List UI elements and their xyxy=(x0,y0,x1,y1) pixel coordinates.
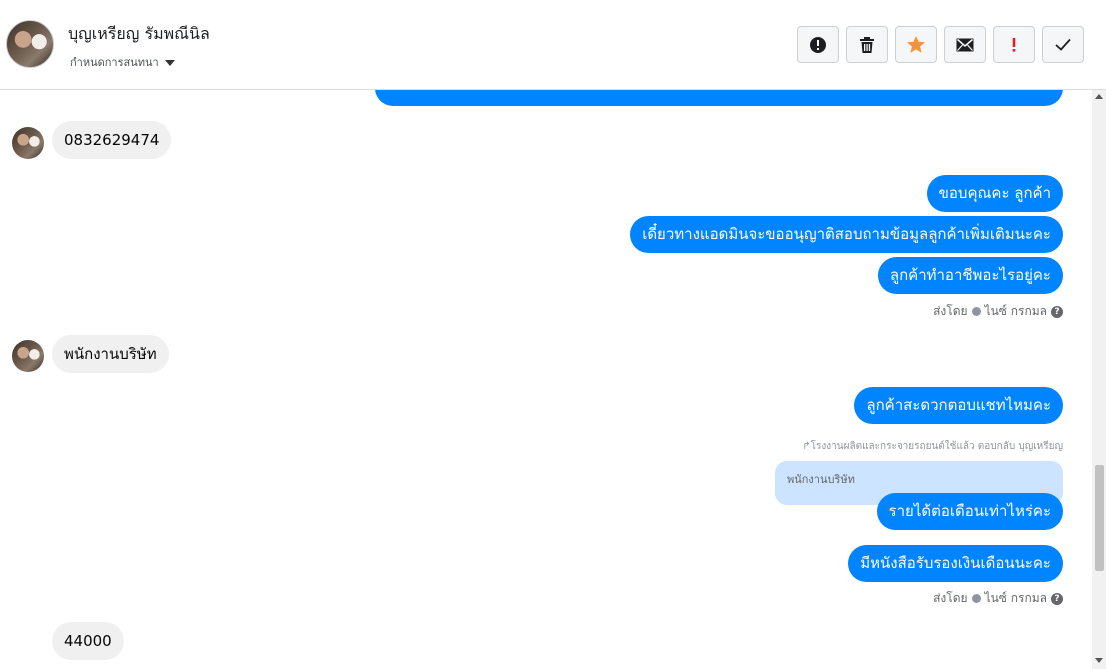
contact-avatar-small[interactable] xyxy=(12,127,44,159)
sent-by-label: ส่งโดย ไนซ์ กรกมล ? xyxy=(933,302,1063,321)
delete-button[interactable] xyxy=(846,26,888,63)
message-bubble-incoming[interactable]: 44000 xyxy=(52,622,124,660)
sent-by-agent: ไนซ์ กรกมล xyxy=(984,591,1047,605)
mark-done-button[interactable] xyxy=(1042,26,1084,63)
message-bubble-outgoing[interactable]: ลูกค้าทำอาชีพอะไรอยู่คะ xyxy=(877,257,1063,294)
conversation-schedule-label: กำหนดการสนทนา xyxy=(70,56,159,69)
trash-icon xyxy=(860,36,874,53)
reply-arrow-icon: ↱ xyxy=(802,441,811,452)
star-icon xyxy=(907,36,925,53)
sent-by-agent: ไนซ์ กรกมล xyxy=(984,304,1047,318)
message-bubble-clipped[interactable] xyxy=(375,90,1063,106)
verified-icon xyxy=(971,594,981,603)
message-bubble-outgoing[interactable]: เดี๋ยวทางแอดมินจะขออนุญาติสอบถามข้อมูลลู… xyxy=(630,216,1063,253)
follow-up-button[interactable] xyxy=(993,26,1035,63)
message-bubble-outgoing[interactable]: รายได้ต่อเดือนเท่าไหร่คะ xyxy=(876,493,1063,530)
conversation-schedule-dropdown[interactable]: กำหนดการสนทนา xyxy=(70,53,175,71)
reply-meta: ↱โรงงานผลิตและกระจายรถยนต์ใช้แล้ว ตอบกลั… xyxy=(802,439,1063,454)
envelope-icon xyxy=(956,38,974,51)
message-thread[interactable]: 0832629474 ขอบคุณคะ ลูกค้า เดี๋ยวทางแอดม… xyxy=(0,90,1092,669)
verified-icon xyxy=(971,307,981,316)
sent-by-prefix: ส่งโดย xyxy=(933,591,968,605)
contact-avatar[interactable] xyxy=(6,20,54,68)
mark-unread-button[interactable] xyxy=(944,26,986,63)
checkmark-icon xyxy=(1055,38,1071,51)
sent-by-label: ส่งโดย ไนซ์ กรกมล ? xyxy=(933,589,1063,608)
alert-circle-icon xyxy=(810,36,826,53)
scrollbar-thumb[interactable] xyxy=(1095,465,1104,571)
caret-down-icon xyxy=(164,59,175,66)
sent-by-prefix: ส่งโดย xyxy=(933,304,968,318)
scroll-down-arrow-icon[interactable] xyxy=(1095,658,1103,663)
contact-name[interactable]: บุญเหรียญ รัมพณีนิล xyxy=(68,22,210,47)
conversation-toolbar xyxy=(797,26,1084,63)
message-bubble-outgoing[interactable]: ลูกค้าสะดวกตอบแชทไหมคะ xyxy=(854,387,1063,424)
scrollbar[interactable] xyxy=(1092,90,1106,669)
message-bubble-incoming[interactable]: พนักงานบริษัท xyxy=(52,335,169,373)
conversation-header: บุญเหรียญ รัมพณีนิล กำหนดการสนทนา xyxy=(0,0,1106,90)
star-button[interactable] xyxy=(895,26,937,63)
scroll-up-arrow-icon[interactable] xyxy=(1095,94,1103,99)
reply-meta-text: โรงงานผลิตและกระจายรถยนต์ใช้แล้ว ตอบกลับ… xyxy=(810,441,1063,452)
message-bubble-incoming[interactable]: 0832629474 xyxy=(52,121,172,159)
help-icon[interactable]: ? xyxy=(1051,592,1063,605)
spam-button[interactable] xyxy=(797,26,839,63)
contact-avatar-small[interactable] xyxy=(12,340,44,372)
help-icon[interactable]: ? xyxy=(1051,305,1063,318)
exclamation-icon xyxy=(1012,37,1016,52)
message-bubble-outgoing[interactable]: มีหนังสือรับรองเงินเดือนนะคะ xyxy=(848,545,1063,582)
message-bubble-outgoing[interactable]: ขอบคุณคะ ลูกค้า xyxy=(926,175,1063,212)
